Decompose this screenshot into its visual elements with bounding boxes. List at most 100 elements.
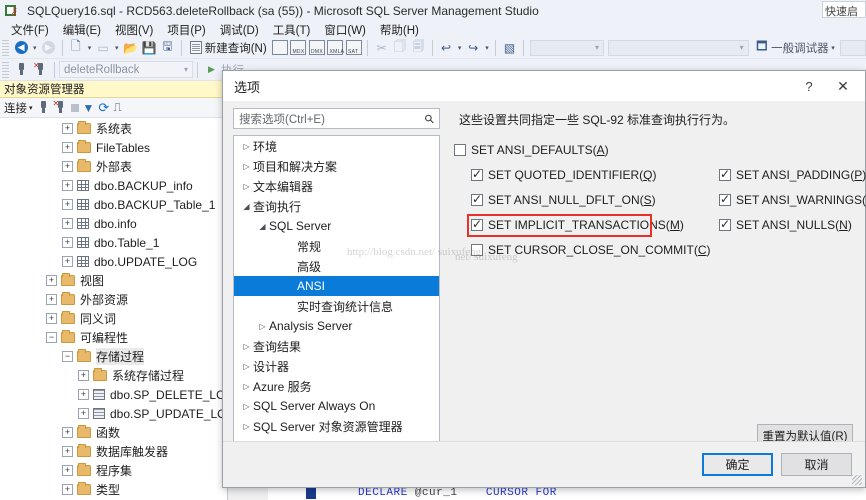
oe-tree-node[interactable]: + dbo.UPDATE_LOG [0,252,228,271]
debugger-chevron-down-icon[interactable]: ▾ [829,44,838,52]
oe-disconnect-icon[interactable]: ✕ [53,99,67,114]
options-tree-node[interactable]: ▷ 环境 [234,136,439,156]
expand-icon[interactable]: + [46,313,57,324]
options-category-tree[interactable]: ▷ 环境 ▷ 项目和解决方案 ▷ 文本编辑器 ◢ 查询执行 ◢ SQL Server 常规 高级 ANS… [233,135,440,445]
disconnect-icon[interactable]: ✕ [31,60,50,79]
expand-icon[interactable]: + [46,294,57,305]
menu-view[interactable]: 视图(V) [108,22,160,38]
cut-icon[interactable]: ✂ [372,38,391,57]
new-project-chevron-down-icon[interactable]: ▾ [85,44,94,52]
chevron-right-icon[interactable]: ▷ [240,142,253,151]
chevron-right-icon[interactable]: ▷ [256,322,269,331]
options-tree-node[interactable]: 实时查询统计信息 [234,296,439,316]
redo-icon[interactable]: ↪ [464,38,483,57]
options-tree-node[interactable]: ▷ 项目和解决方案 [234,156,439,176]
close-icon[interactable]: ✕ [831,76,855,96]
oe-tree-node[interactable]: + FileTables [0,138,228,157]
oe-connect-chevron-down-icon[interactable]: ▾ [29,104,33,112]
new-analysis-services-dmx-query-icon[interactable]: DMX [308,38,327,57]
chevron-right-icon[interactable]: ▷ [240,342,253,351]
oe-tree-node[interactable]: − 存储过程 [0,347,228,366]
options-tree-node[interactable]: ◢ SQL Server [234,216,439,236]
object-explorer-tree[interactable]: + 系统表 + FileTables + 外部表 + dbo.BACKUP_info + dbo.… [0,119,228,500]
oe-tree-node[interactable]: + 函数 [0,423,228,442]
collapse-icon[interactable]: − [46,332,57,343]
oe-tree-node[interactable]: + 程序集 [0,461,228,480]
save-all-icon[interactable]: 🖫 [158,38,177,57]
execute-button[interactable]: ▶ [202,60,221,79]
chevron-right-icon[interactable]: ▷ [240,382,253,391]
options-tree-node[interactable]: 常规 [234,236,439,256]
new-analysis-services-xmla-query-icon[interactable]: XMLA [326,38,345,57]
menu-help[interactable]: 帮助(H) [373,22,426,38]
add-item-icon[interactable]: ▭ [94,38,113,57]
redo-chevron-down-icon[interactable]: ▾ [483,44,492,52]
menu-edit[interactable]: 编辑(E) [56,22,108,38]
oe-tree-node[interactable]: − 可编程性 [0,328,228,347]
solution-platform-icon[interactable]: ▧ [500,38,519,57]
options-tree-node[interactable]: ◢ 查询执行 [234,196,439,216]
paste-icon[interactable]: 🗐 [409,38,428,57]
oe-connect-button[interactable]: 连接 ▾ [4,100,33,116]
menu-tools[interactable]: 工具(T) [266,22,318,38]
ansi-checkbox[interactable]: SET ANSI_NULL_DFLT_ON(S) [471,192,656,207]
new-query-button[interactable]: 新建查询(N) [186,40,271,56]
undo-icon[interactable]: ↩ [437,38,456,57]
oe-activity-monitor-icon[interactable]: ⎍ [113,100,121,115]
new-analysis-services-mdx-query-icon[interactable]: MDX [289,38,308,57]
expand-icon[interactable]: + [62,161,73,172]
toolbar-grip[interactable] [2,39,9,56]
options-tree-node[interactable]: ▷ 查询结果 [234,336,439,356]
oe-tree-node[interactable]: + dbo.BACKUP_info [0,176,228,195]
expand-icon[interactable]: + [62,465,73,476]
undo-chevron-down-icon[interactable]: ▾ [455,44,464,52]
debug-extra-combo[interactable] [840,39,866,56]
checkbox-unchecked-icon[interactable] [454,144,466,156]
chevron-down-icon[interactable]: ◢ [240,202,253,211]
database-combo-chevron-down-icon[interactable]: ▾ [184,65,188,74]
oe-tree-node[interactable]: + 系统表 [0,119,228,138]
checkbox-checked-icon[interactable] [471,192,483,206]
help-icon[interactable]: ? [799,77,819,95]
new-project-icon[interactable]: 🗋 [67,38,86,57]
expand-icon[interactable]: + [46,275,57,286]
expand-icon[interactable]: + [62,142,73,153]
new-database-engine-query-icon[interactable] [271,38,290,57]
expand-icon[interactable]: + [62,427,73,438]
oe-tree-node[interactable]: + 外部表 [0,157,228,176]
copy-icon[interactable]: 🗍 [391,38,410,57]
ansi-checkbox[interactable]: SET IMPLICIT_TRANSACTIONS(M) [471,217,684,232]
checkbox-checked-icon[interactable] [471,217,483,231]
expand-icon[interactable]: + [78,408,89,419]
oe-tree-node[interactable]: + 数据库触发器 [0,442,228,461]
menu-debug[interactable]: 调试(D) [213,22,266,38]
ansi-checkbox[interactable]: SET ANSI_NULLS(N) [719,217,852,232]
expand-icon[interactable]: + [62,180,73,191]
expand-icon[interactable]: + [78,389,89,400]
chevron-right-icon[interactable]: ▷ [240,182,253,191]
menu-file[interactable]: 文件(F) [4,22,56,38]
expand-icon[interactable]: + [78,370,89,381]
options-tree-node[interactable]: ▷ 文本编辑器 [234,176,439,196]
oe-tree-node[interactable]: + 外部资源 [0,290,228,309]
chevron-right-icon[interactable]: ▷ [240,402,253,411]
options-tree-node[interactable]: ▷ Analysis Server [234,316,439,336]
oe-tree-node[interactable]: + 类型 [0,480,228,499]
new-sat-query-icon[interactable]: SAT [345,38,364,57]
checkbox-checked-icon[interactable] [719,217,731,231]
collapse-icon[interactable]: − [62,351,73,362]
oe-connect-object-explorer-icon[interactable] [37,101,50,114]
checkbox-checked-icon[interactable] [719,167,731,181]
options-tree-node[interactable]: 高级 [234,256,439,276]
oe-tree-node[interactable]: + 同义词 [0,309,228,328]
save-icon[interactable]: 💾 [140,38,159,57]
checkbox-checked-icon[interactable] [471,167,483,181]
open-file-icon[interactable]: 📂 [121,38,140,57]
menu-project[interactable]: 项目(P) [160,22,212,38]
chevron-right-icon[interactable]: ▷ [240,362,253,371]
oe-tree-node[interactable]: + dbo.BACKUP_Table_1 [0,195,228,214]
chevron-down-icon[interactable]: ◢ [256,222,269,231]
options-tree-node[interactable]: ▷ Azure 服务 [234,376,439,396]
options-tree-node[interactable]: ANSI [234,276,439,296]
ansi-checkbox[interactable]: SET ANSI_DEFAULTS(A) [454,143,609,157]
